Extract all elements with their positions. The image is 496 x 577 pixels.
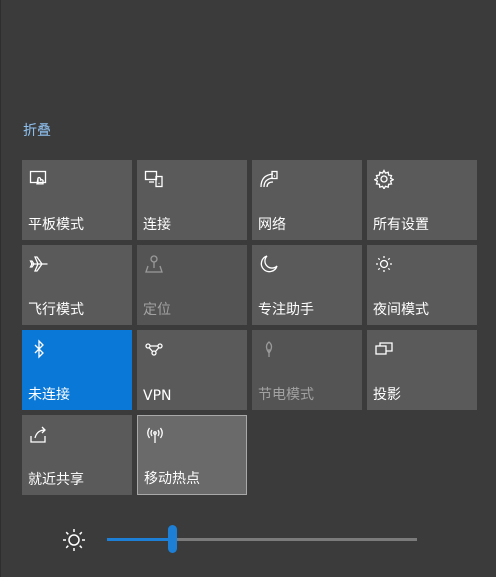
network-icon [258, 168, 280, 190]
quick-actions-grid: 平板模式 连接 网络 所有设置 飞行模式 定位 专注助手 夜间模式 未连接 VP… [22, 160, 477, 495]
battery-saver-icon [258, 338, 280, 360]
nearby-share-icon [28, 423, 50, 445]
tile-label: 投影 [373, 387, 401, 403]
tile-label: 移动热点 [144, 471, 200, 487]
tile-label: VPN [143, 388, 172, 404]
tile-label: 就近共享 [28, 472, 84, 488]
tile-vpn[interactable]: VPN [137, 330, 247, 410]
tile-label: 所有设置 [373, 217, 429, 233]
moon-icon [258, 253, 280, 275]
tile-airplane-mode[interactable]: 飞行模式 [22, 245, 132, 325]
tile-connect[interactable]: 连接 [137, 160, 247, 240]
tile-night-light[interactable]: 夜间模式 [367, 245, 477, 325]
tile-label: 节电模式 [258, 387, 314, 403]
tile-bluetooth[interactable]: 未连接 [22, 330, 132, 410]
tile-label: 未连接 [28, 387, 70, 403]
tile-nearby-share[interactable]: 就近共享 [22, 415, 132, 495]
tile-tablet-mode[interactable]: 平板模式 [22, 160, 132, 240]
tile-label: 夜间模式 [373, 302, 429, 318]
airplane-icon [28, 253, 50, 275]
project-icon [373, 338, 395, 360]
night-light-icon [373, 253, 395, 275]
tile-focus-assist[interactable]: 专注助手 [252, 245, 362, 325]
connect-icon [143, 168, 165, 190]
vpn-icon [143, 338, 165, 360]
brightness-slider-fill [107, 538, 173, 541]
action-center-panel: 折叠 平板模式 连接 网络 所有设置 飞行模式 定位 专注助手 夜间模式 未连接… [0, 0, 496, 577]
tile-battery-saver[interactable]: 节电模式 [252, 330, 362, 410]
tile-project[interactable]: 投影 [367, 330, 477, 410]
collapse-link[interactable]: 折叠 [23, 120, 51, 140]
settings-gear-icon [373, 168, 395, 190]
tile-location[interactable]: 定位 [137, 245, 247, 325]
tile-label: 专注助手 [258, 302, 314, 318]
tablet-mode-icon [28, 168, 50, 190]
brightness-slider-thumb[interactable] [168, 525, 178, 553]
tile-mobile-hotspot[interactable]: 移动热点 [137, 415, 247, 495]
tile-label: 定位 [143, 302, 171, 318]
tile-all-settings[interactable]: 所有设置 [367, 160, 477, 240]
tile-label: 网络 [258, 217, 286, 233]
brightness-control [61, 525, 421, 553]
brightness-slider-track[interactable] [107, 525, 417, 553]
brightness-sun-icon [61, 527, 87, 553]
location-icon [143, 253, 165, 275]
mobile-hotspot-icon [144, 424, 166, 446]
tile-label: 飞行模式 [28, 302, 84, 318]
tile-network[interactable]: 网络 [252, 160, 362, 240]
tile-label: 平板模式 [28, 217, 84, 233]
bluetooth-icon [28, 338, 50, 360]
tile-label: 连接 [143, 217, 171, 233]
